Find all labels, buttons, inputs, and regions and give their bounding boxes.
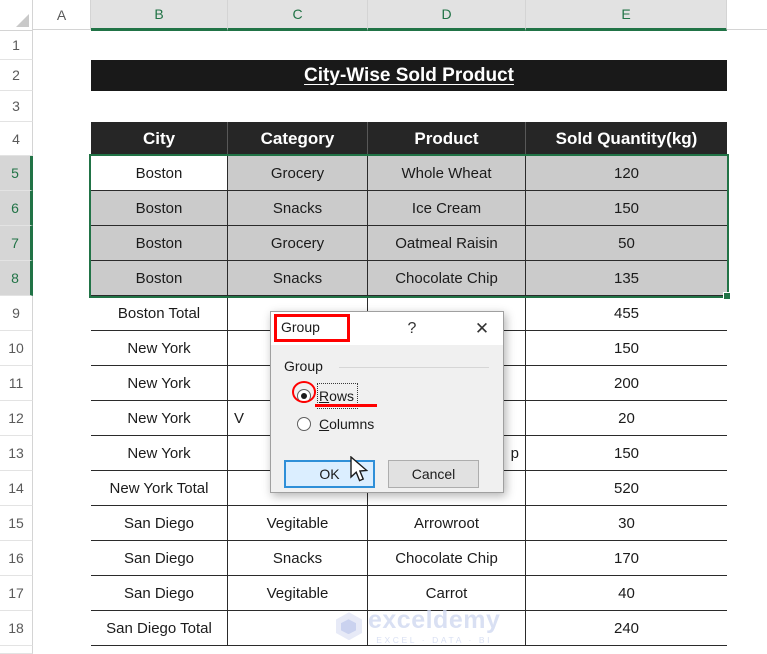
annotation-rows-underline xyxy=(315,404,377,407)
dialog-title-bar[interactable]: Group ? ✕ xyxy=(271,312,503,345)
row-header-6[interactable]: 6 xyxy=(0,191,33,226)
table-row[interactable]: Whole Wheat xyxy=(368,156,526,191)
table-row[interactable]: 150 xyxy=(526,331,727,366)
column-header-F[interactable] xyxy=(727,0,767,30)
watermark-tagline: EXCEL · DATA · BI xyxy=(376,635,493,645)
table-row[interactable]: 520 xyxy=(526,471,727,506)
row-header-12[interactable]: 12 xyxy=(0,401,33,436)
table-row[interactable]: 40 xyxy=(526,576,727,611)
table-row[interactable]: 135 xyxy=(526,261,727,296)
table-row[interactable]: New York xyxy=(91,331,228,366)
table-row[interactable]: San Diego xyxy=(91,506,228,541)
table-row[interactable]: Chocolate Chip xyxy=(368,261,526,296)
table-row[interactable]: Boston Total xyxy=(91,296,228,331)
table-row[interactable]: Chocolate Chip xyxy=(368,541,526,576)
table-row[interactable]: 455 xyxy=(526,296,727,331)
table-row[interactable]: New York xyxy=(91,401,228,436)
table-row[interactable]: 240 xyxy=(526,611,727,646)
dialog-title: Group xyxy=(281,319,320,335)
table-row[interactable]: San Diego Total xyxy=(91,611,228,646)
table-row[interactable]: Boston xyxy=(91,191,228,226)
row-header-4[interactable]: 4 xyxy=(0,122,33,156)
table-row[interactable]: Grocery xyxy=(228,156,368,191)
select-all-triangle-icon xyxy=(16,14,29,27)
table-header-sold-quantity: Sold Quantity(kg) xyxy=(526,122,727,156)
cancel-button[interactable]: Cancel xyxy=(388,460,479,488)
group-section-label: Group xyxy=(284,358,328,374)
table-row[interactable]: 30 xyxy=(526,506,727,541)
table-row[interactable]: 150 xyxy=(526,436,727,471)
dialog-body: Group Rows Columns OK Cancel xyxy=(271,345,503,492)
close-icon[interactable]: ✕ xyxy=(467,316,497,341)
row-header-1[interactable]: 1 xyxy=(0,31,33,60)
column-header-C[interactable]: C xyxy=(228,0,368,31)
row-header-10[interactable]: 10 xyxy=(0,331,33,366)
row-header-2[interactable]: 2 xyxy=(0,60,33,91)
exceldemy-watermark: exceldemy EXCEL · DATA · BI xyxy=(336,608,500,645)
table-row[interactable]: New York xyxy=(91,436,228,471)
row-header-5[interactable]: 5 xyxy=(0,156,33,191)
select-all-corner[interactable] xyxy=(0,0,33,31)
exceldemy-logo-icon xyxy=(336,612,362,641)
row-header-9[interactable]: 9 xyxy=(0,296,33,331)
row-header-11[interactable]: 11 xyxy=(0,366,33,401)
excel-window: A B C D E 1 2 3 4 5 6 7 8 9 10 11 12 13 … xyxy=(0,0,767,654)
group-section-divider xyxy=(339,367,489,368)
radio-rows[interactable]: Rows xyxy=(292,381,377,409)
table-row[interactable]: Boston xyxy=(91,261,228,296)
table-row[interactable]: New York xyxy=(91,366,228,401)
table-row[interactable]: San Diego xyxy=(91,576,228,611)
table-row[interactable]: Boston xyxy=(91,156,228,191)
table-row[interactable]: Snacks xyxy=(228,191,368,226)
table-row[interactable]: 120 xyxy=(526,156,727,191)
table-header-product: Product xyxy=(368,122,526,156)
annotation-radio-circle xyxy=(292,381,316,403)
table-row[interactable]: 20 xyxy=(526,401,727,436)
table-row[interactable]: Ice Cream xyxy=(368,191,526,226)
radio-columns-button[interactable] xyxy=(297,417,311,431)
group-dialog[interactable]: Group ? ✕ Group Rows Columns OK Cancel xyxy=(270,311,504,493)
table-header-city: City xyxy=(91,122,228,156)
row-header-7[interactable]: 7 xyxy=(0,226,33,261)
column-header-B[interactable]: B xyxy=(91,0,228,31)
table-row[interactable]: 200 xyxy=(526,366,727,401)
row-header-18[interactable]: 18 xyxy=(0,611,33,646)
column-header-A[interactable]: A xyxy=(33,0,91,30)
column-header-D[interactable]: D xyxy=(368,0,526,31)
radio-columns-label: Columns xyxy=(319,416,375,432)
row-header-15[interactable]: 15 xyxy=(0,506,33,541)
row-header-16[interactable]: 16 xyxy=(0,541,33,576)
row-header-19[interactable] xyxy=(0,646,33,654)
row-header-3[interactable]: 3 xyxy=(0,91,33,122)
help-icon[interactable]: ? xyxy=(399,316,425,341)
mouse-cursor-icon xyxy=(350,456,369,482)
table-row[interactable]: New York Total xyxy=(91,471,228,506)
row-header-13[interactable]: 13 xyxy=(0,436,33,471)
radio-columns[interactable]: Columns xyxy=(297,413,374,435)
table-row[interactable]: Grocery xyxy=(228,226,368,261)
sheet-title: City-Wise Sold Product xyxy=(91,60,727,91)
table-row[interactable]: Snacks xyxy=(228,261,368,296)
table-row[interactable]: Snacks xyxy=(228,541,368,576)
table-header-category: Category xyxy=(228,122,368,156)
table-row[interactable]: Boston xyxy=(91,226,228,261)
table-row[interactable]: Arrowroot xyxy=(368,506,526,541)
watermark-name: exceldemy xyxy=(368,606,501,634)
table-row[interactable]: 170 xyxy=(526,541,727,576)
fill-handle[interactable] xyxy=(723,292,731,300)
table-row[interactable]: San Diego xyxy=(91,541,228,576)
table-row[interactable]: 150 xyxy=(526,191,727,226)
row-header-14[interactable]: 14 xyxy=(0,471,33,506)
row-header-8[interactable]: 8 xyxy=(0,261,33,296)
table-row[interactable]: Oatmeal Raisin xyxy=(368,226,526,261)
row-header-17[interactable]: 17 xyxy=(0,576,33,611)
column-header-E[interactable]: E xyxy=(526,0,727,31)
table-row[interactable]: Vegitable xyxy=(228,506,368,541)
table-row[interactable]: Vegitable xyxy=(228,576,368,611)
table-row[interactable]: 50 xyxy=(526,226,727,261)
